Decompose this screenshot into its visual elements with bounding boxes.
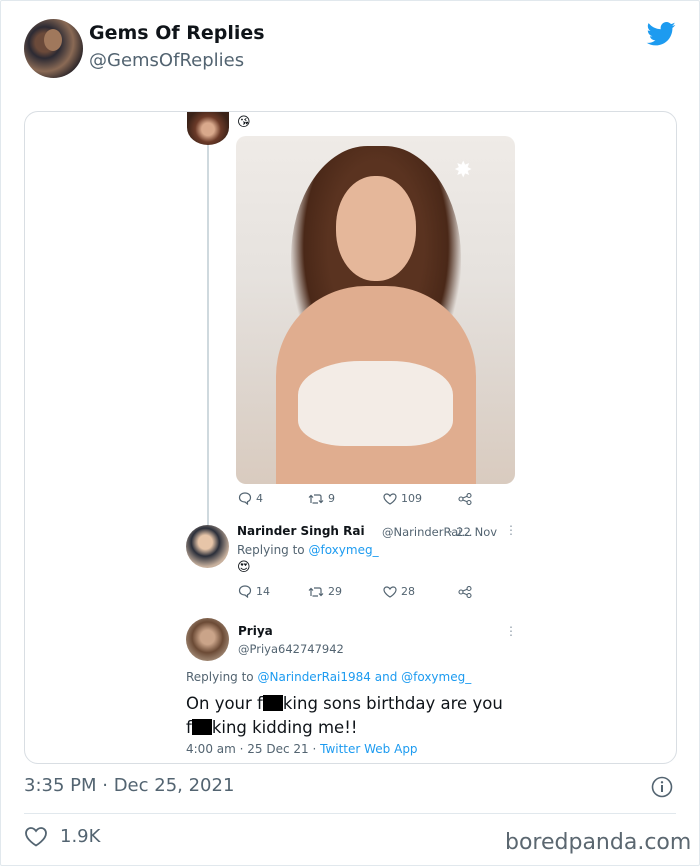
avatar[interactable] — [187, 112, 229, 145]
divider — [24, 813, 676, 814]
share-icon — [458, 585, 472, 598]
retweet-button[interactable]: 9 — [308, 492, 383, 505]
censor-block — [191, 719, 212, 735]
author-name[interactable]: Gems Of Replies — [89, 22, 265, 44]
reply-text-part: On your f — [186, 694, 263, 713]
twitter-bird-icon[interactable] — [646, 22, 676, 46]
reply-count: 4 — [256, 492, 263, 505]
replying-prefix: Replying to — [237, 543, 305, 557]
retweet-count: 9 — [328, 492, 335, 505]
reply-button[interactable]: 14 — [238, 585, 308, 598]
photo-face — [336, 176, 416, 281]
replying-to-link[interactable]: @foxymeg_ — [308, 543, 378, 557]
reply-text-part: king sons birthday are you — [282, 694, 503, 713]
retweet-count: 29 — [328, 585, 342, 598]
retweet-icon — [308, 586, 324, 597]
tweet-actions: 14 29 28 — [238, 585, 472, 598]
like-count: 28 — [401, 585, 415, 598]
info-icon[interactable] — [651, 776, 673, 798]
reply-button[interactable]: 4 — [238, 492, 308, 505]
retweet-button[interactable]: 29 — [308, 585, 383, 598]
more-icon[interactable]: ⋮ — [505, 624, 517, 638]
heart-eyes-emoji: 😍 — [237, 560, 251, 575]
heart-icon — [25, 827, 47, 847]
like-button[interactable]: 28 — [383, 585, 458, 598]
reply-author-handle[interactable]: @Priya642747942 — [238, 642, 344, 656]
reply-author-name[interactable]: Priya — [238, 624, 273, 638]
like-button[interactable]: 109 — [383, 492, 458, 505]
reply-count: 14 — [256, 585, 270, 598]
avatar[interactable] — [186, 618, 229, 661]
like-count: 1.9K — [60, 826, 101, 847]
reply-icon — [238, 492, 252, 505]
more-icon[interactable]: ⋮ — [505, 523, 517, 537]
avatar[interactable] — [186, 525, 229, 568]
share-button[interactable] — [458, 585, 472, 598]
replying-prefix: Replying to — [186, 670, 254, 684]
reply-author-name[interactable]: Narinder Singh Rai — [237, 524, 365, 538]
kiss-emoji: 😘 — [237, 115, 251, 130]
reply-text: On your f king sons birthday are you f kin… — [186, 692, 526, 740]
avatar[interactable] — [24, 19, 83, 78]
censor-block — [262, 695, 283, 711]
author-handle[interactable]: @GemsOfReplies — [89, 50, 244, 71]
share-button[interactable] — [458, 492, 472, 505]
heart-icon — [383, 585, 397, 598]
reply-icon — [238, 585, 252, 598]
quoted-screenshot[interactable]: 😘 ✸ 4 9 109 Narinder Singh Rai @Narinder… — [24, 111, 677, 764]
reply-timestamp: 4:00 am · 25 Dec 21 · — [186, 742, 321, 756]
tweet-photo[interactable]: ✸ — [236, 136, 515, 484]
like-button[interactable]: 1.9K — [24, 826, 100, 847]
watermark: boredpanda.com — [505, 830, 692, 855]
tweet-actions: 4 9 109 — [238, 492, 472, 505]
thread-line — [207, 144, 209, 529]
reply-text-part: king kidding me!! — [211, 718, 358, 737]
tweet-timestamp[interactable]: 3:35 PM · Dec 25, 2021 — [24, 775, 234, 796]
reply-date: · 22 Nov — [449, 525, 498, 539]
retweet-icon — [308, 493, 324, 504]
heart-icon — [383, 492, 397, 505]
source-link[interactable]: Twitter Web App — [320, 742, 417, 756]
light-icon: ✸ — [454, 158, 473, 183]
photo-top — [298, 361, 453, 446]
like-count: 109 — [401, 492, 422, 505]
share-icon — [458, 492, 472, 505]
replying-to-link[interactable]: @NarinderRai1984 and @foxymeg_ — [257, 670, 471, 684]
